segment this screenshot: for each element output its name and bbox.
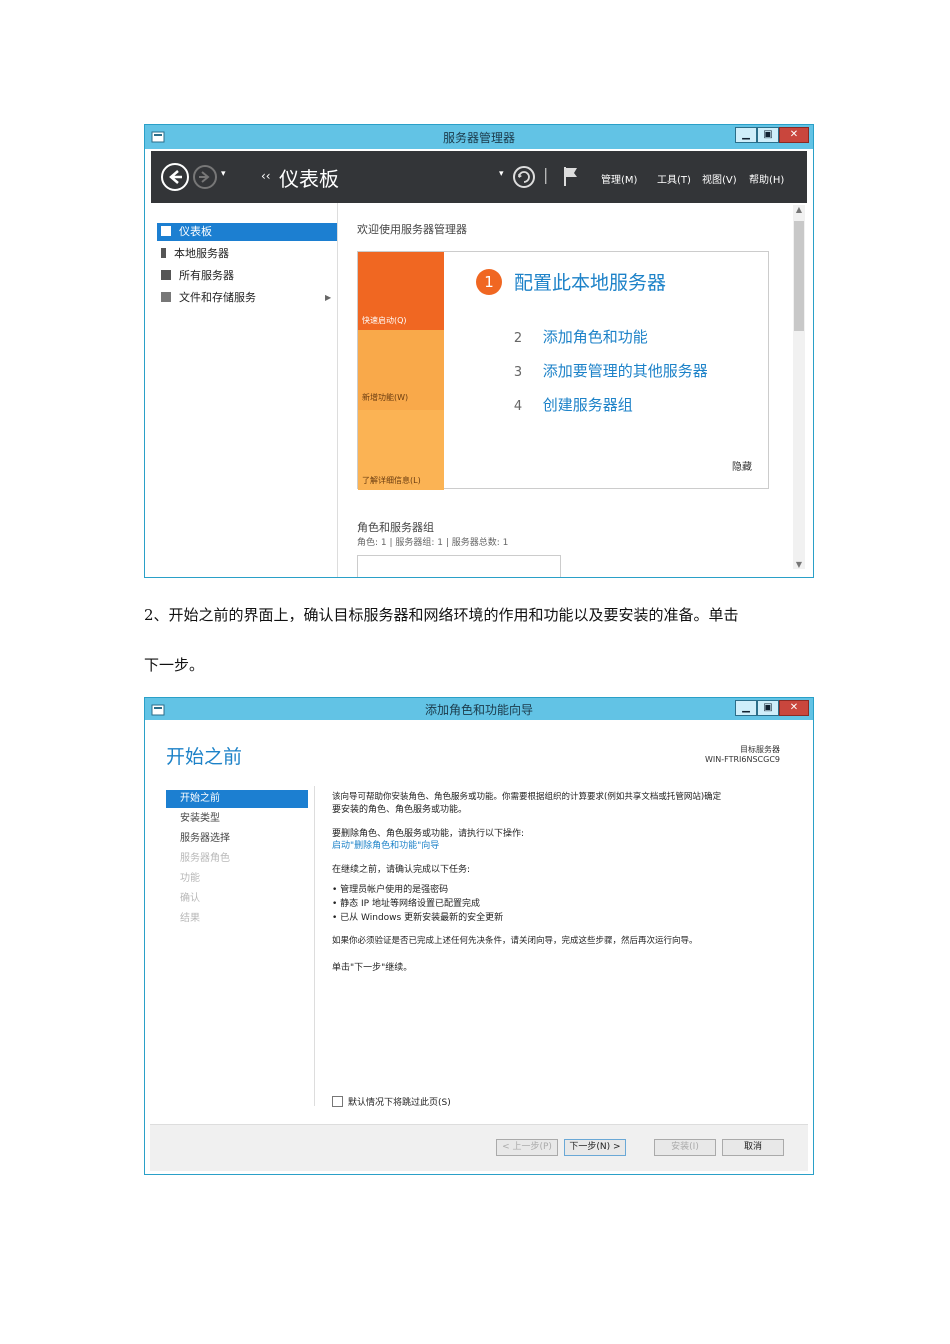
task-add-servers[interactable]: 3 添加要管理的其他服务器	[508, 360, 708, 383]
quick-start-panel: 快速启动(Q) 新增功能(W) 了解详细信息(L) 1 配置此本地服务器 2 添…	[357, 251, 769, 490]
remove-roles-link[interactable]: 启动"删除角色和功能"向导	[332, 838, 439, 851]
previous-button[interactable]: < 上一步(P)	[496, 1139, 558, 1156]
add-roles-wizard-window: 添加角色和功能向导 ▁ ▣ ✕ 开始之前 目标服务器 WIN-FTRI6NSCG…	[144, 697, 814, 1175]
maximize-button[interactable]: ▣	[757, 700, 779, 716]
close-button[interactable]: ✕	[779, 127, 809, 143]
step-number: 1	[476, 268, 502, 295]
notifications-flag-icon[interactable]	[563, 165, 579, 191]
step-number: 4	[513, 399, 523, 414]
minimize-button[interactable]: ▁	[735, 700, 757, 716]
nav-results: 结果	[180, 913, 200, 924]
sidebar-item-all-servers[interactable]: 所有服务器	[157, 267, 343, 285]
target-server-label: 目标服务器	[740, 745, 780, 754]
hide-link[interactable]: 隐藏	[732, 458, 752, 473]
storage-icon	[161, 292, 171, 302]
toolbar: ▾ ‹‹ 仪表板 ▾ | 管理(M) 工具(T) 视图(V) 帮助(H)	[151, 151, 807, 203]
minimize-button[interactable]: ▁	[735, 127, 757, 143]
prereq-bullet-3: • 已从 Windows 更新安装最新的安全更新	[332, 913, 504, 923]
server-manager-window: 服务器管理器 ▁ ▣ ✕ ▾ ‹‹ 仪表板 ▾ | 管理(M) 工具(T) 视图…	[144, 124, 814, 578]
role-tile-placeholder	[357, 555, 561, 577]
dashboard-icon	[161, 226, 171, 236]
step-number: 3	[513, 365, 523, 380]
nav-server-selection[interactable]: 服务器选择	[166, 830, 308, 848]
skip-page-checkbox[interactable]	[332, 1096, 343, 1107]
nav-before-you-begin[interactable]: 开始之前	[166, 790, 308, 808]
history-dropdown-icon[interactable]: ▾	[221, 169, 226, 179]
refresh-icon[interactable]	[513, 166, 535, 188]
intro-line-2: 要安装的角色、角色服务或功能。	[332, 805, 468, 815]
install-button[interactable]: 安装(I)	[654, 1139, 716, 1156]
task-add-roles-features[interactable]: 2 添加角色和功能	[508, 326, 648, 349]
vertical-scrollbar[interactable]: ▲ ▼	[793, 205, 805, 569]
target-server-value: WIN-FTRI6NSCGC9	[704, 755, 780, 764]
scrollbar-thumb[interactable]	[794, 221, 804, 331]
nav-server-roles: 服务器角色	[180, 853, 230, 864]
task-configure-local-server[interactable]: 1 配置此本地服务器	[476, 268, 666, 295]
nav-confirmation: 确认	[180, 893, 200, 904]
verify-text: 如果你必须验证是否已完成上述任何先决条件，请关闭向导，完成这些步骤，然后再次运行…	[332, 936, 698, 946]
skip-page-label: 默认情况下将跳过此页(S)	[348, 1098, 451, 1108]
server-icon	[161, 248, 166, 258]
toolbar-separator: |	[543, 165, 549, 184]
roles-stats: 角色: 1 | 服务器组: 1 | 服务器总数: 1	[357, 538, 509, 548]
expand-chevron-icon[interactable]: ▶	[325, 289, 331, 307]
menu-tools[interactable]: 工具(T)	[657, 171, 691, 186]
nav-installation-type[interactable]: 安装类型	[166, 810, 308, 828]
refresh-dropdown-icon[interactable]: ▾	[499, 169, 504, 179]
before-continue-text: 在继续之前，请确认完成以下任务:	[332, 865, 471, 875]
tile-learn-more[interactable]: 了解详细信息(L)	[358, 410, 444, 490]
nav-features: 功能	[180, 873, 200, 884]
window-title: 添加角色和功能向导	[424, 703, 533, 717]
wizard-body: 开始之前 目标服务器 WIN-FTRI6NSCGC9 开始之前 安装类型 服务器…	[150, 720, 808, 1124]
wizard-heading: 开始之前	[166, 746, 243, 768]
menu-view[interactable]: 视图(V)	[702, 171, 737, 186]
click-next-text: 单击"下一步"继续。	[332, 963, 413, 973]
forward-arrow-icon[interactable]	[193, 165, 217, 189]
window-title: 服务器管理器	[442, 131, 515, 145]
sidebar-item-file-storage[interactable]: 文件和存储服务 ▶	[157, 289, 343, 307]
close-button[interactable]: ✕	[779, 700, 809, 716]
instruction-line-1: 2、开始之前的界面上，确认目标服务器和网络环境的作用和功能以及要安装的准备。单击	[144, 606, 739, 624]
page-title: 仪表板	[279, 167, 339, 191]
sidebar: 仪表板 本地服务器 所有服务器 文件和存储服务 ▶	[151, 203, 338, 577]
task-create-server-group[interactable]: 4 创建服务器组	[508, 394, 633, 417]
menu-manage[interactable]: 管理(M)	[601, 171, 637, 186]
welcome-heading: 欢迎使用服务器管理器	[357, 223, 467, 236]
maximize-button[interactable]: ▣	[757, 127, 779, 143]
scroll-down-arrow-icon[interactable]: ▼	[793, 560, 805, 569]
step-number: 2	[513, 331, 523, 346]
prereq-bullet-2: • 静态 IP 地址等网络设置已配置完成	[332, 899, 480, 909]
wizard-footer: < 上一步(P) 下一步(N) > 安装(I) 取消	[150, 1124, 808, 1171]
next-button[interactable]: 下一步(N) >	[564, 1139, 626, 1156]
tile-whats-new[interactable]: 新增功能(W)	[358, 330, 444, 410]
servers-icon	[161, 270, 171, 280]
sidebar-item-local-server[interactable]: 本地服务器	[157, 245, 343, 263]
tile-quick-start[interactable]: 快速启动(Q)	[358, 252, 444, 330]
roles-section-title: 角色和服务器组	[357, 521, 434, 534]
menu-help[interactable]: 帮助(H)	[749, 171, 784, 186]
window-titlebar: 添加角色和功能向导 ▁ ▣ ✕	[145, 698, 813, 720]
prereq-bullet-1: • 管理员帐户使用的是强密码	[332, 885, 449, 895]
window-titlebar: 服务器管理器 ▁ ▣ ✕	[145, 125, 813, 149]
sidebar-item-dashboard[interactable]: 仪表板	[157, 223, 337, 241]
scroll-up-arrow-icon[interactable]: ▲	[793, 205, 805, 214]
breadcrumb-arrows: ‹‹	[261, 169, 271, 183]
instruction-line-2: 下一步。	[144, 656, 205, 674]
content-divider	[314, 786, 315, 1106]
intro-line-1: 该向导可帮助你安装角色、角色服务或功能。你需要根据组织的计算要求(例如共享文档或…	[332, 792, 722, 802]
cancel-button[interactable]: 取消	[722, 1139, 784, 1156]
back-arrow-icon[interactable]	[161, 163, 189, 191]
